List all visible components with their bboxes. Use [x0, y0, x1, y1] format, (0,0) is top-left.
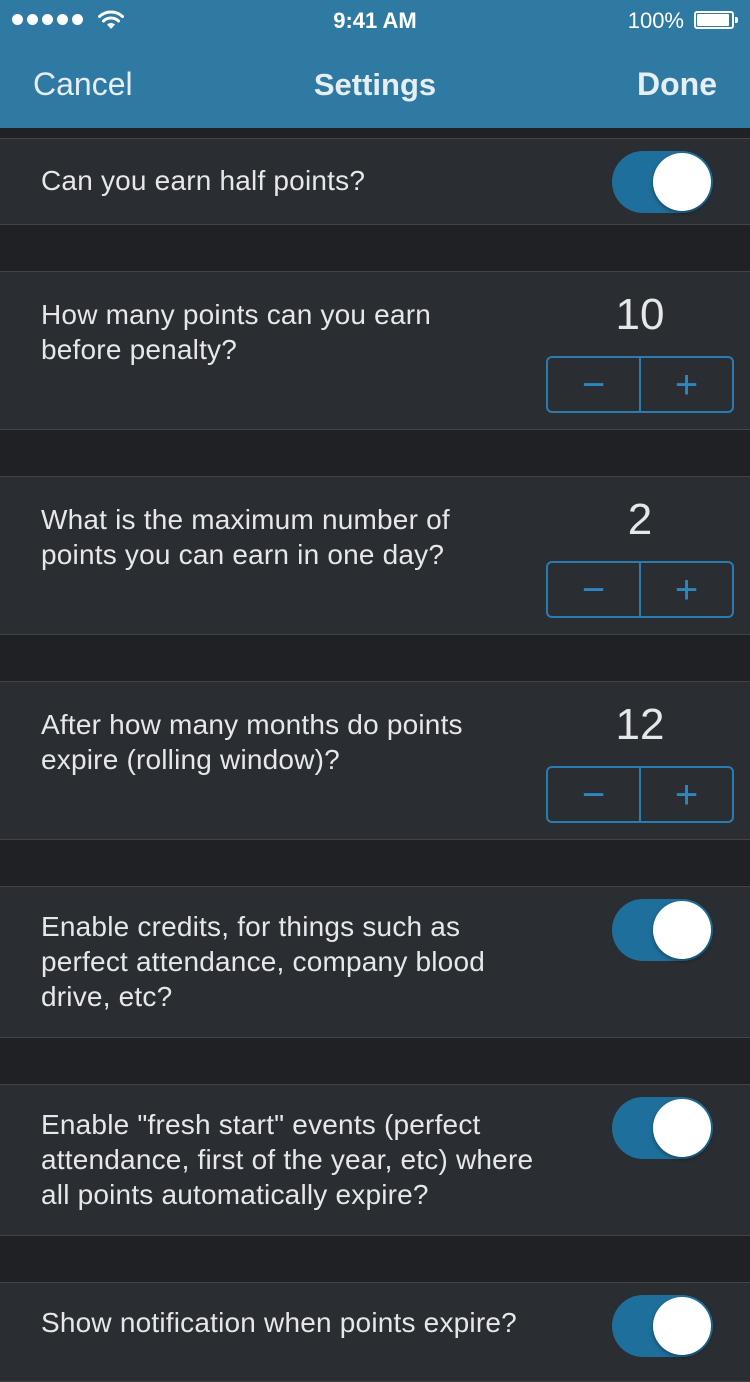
toggle-knob: [653, 153, 711, 211]
setting-row-half-points: Can you earn half points?: [0, 138, 750, 225]
toggle-knob: [653, 1297, 711, 1355]
setting-label: Enable credits, for things such as perfe…: [41, 911, 486, 1012]
setting-label: Can you earn half points?: [41, 165, 366, 196]
setting-row-months-expire: After how many months do points expire (…: [0, 681, 750, 840]
max-points-per-day-stepper: − +: [546, 561, 734, 618]
setting-row-max-points-per-day: What is the maximum number of points you…: [0, 476, 750, 635]
setting-label: Enable "fresh start" events (perfect att…: [41, 1109, 534, 1210]
navigation-header: 9:41 AM 100% Cancel Settings Done: [0, 0, 750, 128]
fresh-start-toggle[interactable]: [612, 1097, 713, 1159]
decrement-button[interactable]: −: [548, 358, 641, 411]
setting-label: Show notification when points expire?: [41, 1307, 517, 1338]
points-before-penalty-value: 10: [615, 290, 665, 339]
toggle-knob: [653, 1099, 711, 1157]
toggle-knob: [653, 901, 711, 959]
increment-button[interactable]: +: [641, 768, 732, 821]
expire-notification-toggle[interactable]: [612, 1295, 713, 1357]
done-button[interactable]: Done: [637, 66, 717, 103]
half-points-toggle[interactable]: [612, 151, 713, 213]
setting-row-expire-notification: Show notification when points expire?: [0, 1282, 750, 1382]
increment-button[interactable]: +: [641, 358, 732, 411]
setting-label: After how many months do points expire (…: [41, 709, 463, 775]
setting-row-points-before-penalty: How many points can you earn before pena…: [0, 271, 750, 430]
enable-credits-toggle[interactable]: [612, 899, 713, 961]
battery-icon: [694, 11, 738, 29]
max-points-per-day-value: 2: [627, 495, 653, 544]
months-expire-stepper: − +: [546, 766, 734, 823]
setting-label: How many points can you earn before pena…: [41, 299, 432, 365]
status-bar: 9:41 AM 100%: [0, 0, 750, 40]
increment-button[interactable]: +: [641, 563, 732, 616]
decrement-button[interactable]: −: [548, 563, 641, 616]
setting-row-fresh-start: Enable "fresh start" events (perfect att…: [0, 1084, 750, 1236]
setting-label: What is the maximum number of points you…: [41, 504, 450, 570]
months-expire-value: 12: [615, 700, 665, 749]
decrement-button[interactable]: −: [548, 768, 641, 821]
setting-row-enable-credits: Enable credits, for things such as perfe…: [0, 886, 750, 1038]
points-before-penalty-stepper: − +: [546, 356, 734, 413]
battery-percent: 100%: [627, 8, 684, 33]
